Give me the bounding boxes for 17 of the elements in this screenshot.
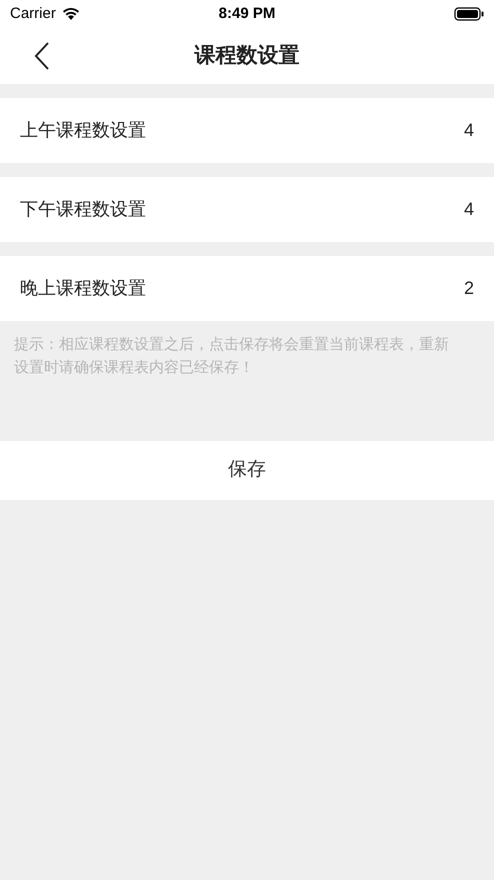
save-button[interactable]: 保存 xyxy=(0,441,494,500)
back-icon xyxy=(34,41,50,71)
hint-text: 提示：相应课程数设置之后，点击保存将会重置当前课程表，重新设置时请确保课程表内容已经保存！ xyxy=(13,335,450,378)
setting-label: 晚上课程数设置 xyxy=(20,277,146,300)
clock-time: 8:49 PM xyxy=(218,4,276,24)
setting-value: 2 xyxy=(464,277,474,300)
carrier-label: Carrier xyxy=(10,4,56,24)
setting-value: 4 xyxy=(464,198,474,221)
setting-value: 4 xyxy=(464,119,474,142)
battery-icon xyxy=(454,7,484,21)
page-title: 课程数设置 xyxy=(194,43,300,70)
setting-row[interactable]: 晚上课程数设置 2 xyxy=(0,256,494,321)
setting-label: 上午课程数设置 xyxy=(20,119,146,142)
setting-row[interactable]: 下午课程数设置 4 xyxy=(0,177,494,242)
setting-row[interactable]: 上午课程数设置 4 xyxy=(0,98,494,163)
wifi-icon xyxy=(60,7,81,21)
setting-label: 下午课程数设置 xyxy=(20,198,146,221)
